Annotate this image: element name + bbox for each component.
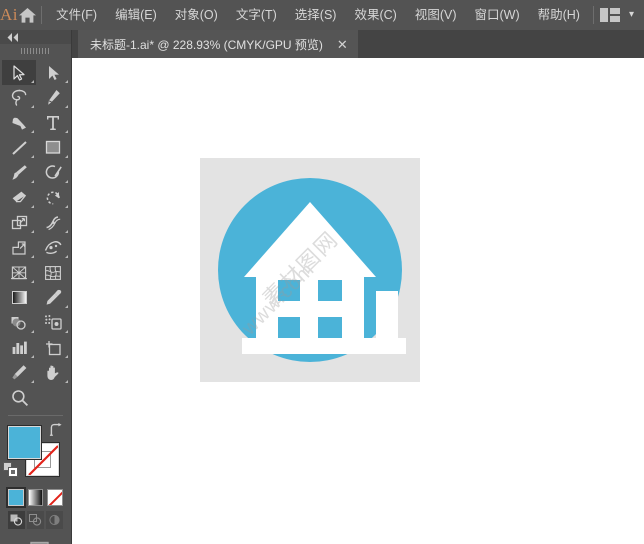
tool-flyout-indicator [31,355,34,358]
line-segment-tool[interactable] [2,135,36,160]
collapse-panel-button[interactable] [0,30,71,44]
eyedropper-tool[interactable] [36,285,70,310]
artboard-tool[interactable] [36,335,70,360]
menu-edit[interactable]: 编辑(E) [106,5,166,26]
tool-flyout-indicator [31,155,34,158]
draw-mode-row [0,506,71,529]
menu-file[interactable]: 文件(F) [47,5,106,26]
menu-object[interactable]: 对象(O) [166,5,227,26]
home-icon[interactable] [18,0,37,30]
tool-flyout-indicator [31,130,34,133]
width-tool[interactable] [36,210,70,235]
tool-flyout-indicator [65,155,68,158]
gradient-tool[interactable] [2,285,36,310]
hand-tool[interactable] [36,360,70,385]
gradient-mode-button[interactable] [27,489,44,506]
tool-flyout-indicator [65,330,68,333]
curvature-tool[interactable] [2,110,36,135]
mesh-tool[interactable] [36,260,70,285]
pen-tool[interactable] [36,85,70,110]
shape-builder-tool[interactable] [36,235,70,260]
menu-type[interactable]: 文字(T) [227,5,286,26]
tool-flyout-indicator [31,205,34,208]
tool-flyout-indicator [31,180,34,183]
type-tool[interactable] [36,110,70,135]
tool-flyout-indicator [65,255,68,258]
close-icon[interactable]: ✕ [323,38,358,51]
tool-flyout-indicator [31,255,34,258]
rotate-tool[interactable] [36,185,70,210]
column-graph-tool[interactable] [2,335,36,360]
perspective-grid-tool[interactable] [2,260,36,285]
menu-help[interactable]: 帮助(H) [529,5,589,26]
bank-building-icon[interactable]: www.com 素材图网 [200,158,420,382]
menu-window[interactable]: 窗口(W) [465,5,528,26]
tool-flyout-indicator [65,380,68,383]
tool-grid [0,58,71,410]
tool-flyout-indicator [65,180,68,183]
selection-tool[interactable] [2,60,36,85]
chevron-down-icon[interactable]: ▾ [629,10,634,20]
zoom-tool[interactable] [2,385,36,410]
paintbrush-tool[interactable] [2,160,36,185]
tool-flyout-indicator [65,355,68,358]
menu-items: 文件(F) 编辑(E) 对象(O) 文字(T) 选择(S) 效果(C) 视图(V… [47,5,589,26]
document-tab-bar: 未标题-1.ai* @ 228.93% (CMYK/GPU 预览) ✕ [72,30,644,58]
menubar-divider-right [592,6,594,24]
free-transform-tool[interactable] [2,235,36,260]
draw-behind-button[interactable] [27,511,44,529]
illustrator-window: Ai 文件(F) 编辑(E) 对象(O) 文字(T) 选择(S) 效果(C) 视… [0,0,644,544]
document-tab-label: 未标题-1.ai* @ 228.93% (CMYK/GPU 预览) [90,37,323,52]
menubar-right-group: ▾ [589,6,644,24]
default-fill-stroke-icon[interactable] [3,462,19,483]
fill-mode-row [0,485,71,508]
canvas-area[interactable]: www.com 素材图网 [73,58,644,544]
eraser-tool[interactable] [2,185,36,210]
tool-flyout-indicator [31,105,34,108]
direct-selection-tool[interactable] [36,60,70,85]
fill-stroke-controls [0,421,71,485]
lasso-tool[interactable] [2,85,36,110]
menu-view[interactable]: 视图(V) [406,5,466,26]
artboard[interactable]: www.com 素材图网 [200,158,420,382]
toolbar-divider [8,415,63,416]
panel-drag-handle[interactable] [0,44,71,58]
blend-tool[interactable] [2,310,36,335]
slice-tool[interactable] [2,360,36,385]
fill-swatch[interactable] [7,425,42,460]
shaper-tool[interactable] [36,160,70,185]
tool-flyout-indicator [65,130,68,133]
tool-flyout-indicator [31,280,34,283]
grip-dots [20,48,51,54]
tool-flyout-indicator [65,80,68,83]
menu-effect[interactable]: 效果(C) [345,5,405,26]
draw-normal-button[interactable] [8,511,25,529]
app-logo: Ai [0,5,18,24]
tool-flyout-indicator [65,205,68,208]
tool-flyout-indicator [31,380,34,383]
swap-fill-stroke-icon[interactable] [49,423,63,441]
screen-mode-row [0,529,71,544]
tool-flyout-indicator [65,230,68,233]
draw-inside-button[interactable] [46,511,63,529]
tools-panel [0,30,72,544]
rectangle-tool[interactable] [36,135,70,160]
tool-flyout-indicator [31,230,34,233]
tool-flyout-indicator [65,105,68,108]
tool-flyout-indicator [31,330,34,333]
none-mode-button[interactable] [47,489,64,506]
menu-bar: Ai 文件(F) 编辑(E) 对象(O) 文字(T) 选择(S) 效果(C) 视… [0,0,644,30]
workspace-switcher-icon[interactable] [599,8,620,22]
color-mode-button[interactable] [6,487,26,508]
scale-tool[interactable] [2,210,36,235]
tool-flyout-indicator [31,80,34,83]
menu-select[interactable]: 选择(S) [286,5,346,26]
document-tab[interactable]: 未标题-1.ai* @ 228.93% (CMYK/GPU 预览) ✕ [78,30,358,58]
tool-flyout-indicator [65,305,68,308]
symbol-sprayer-tool[interactable] [36,310,70,335]
